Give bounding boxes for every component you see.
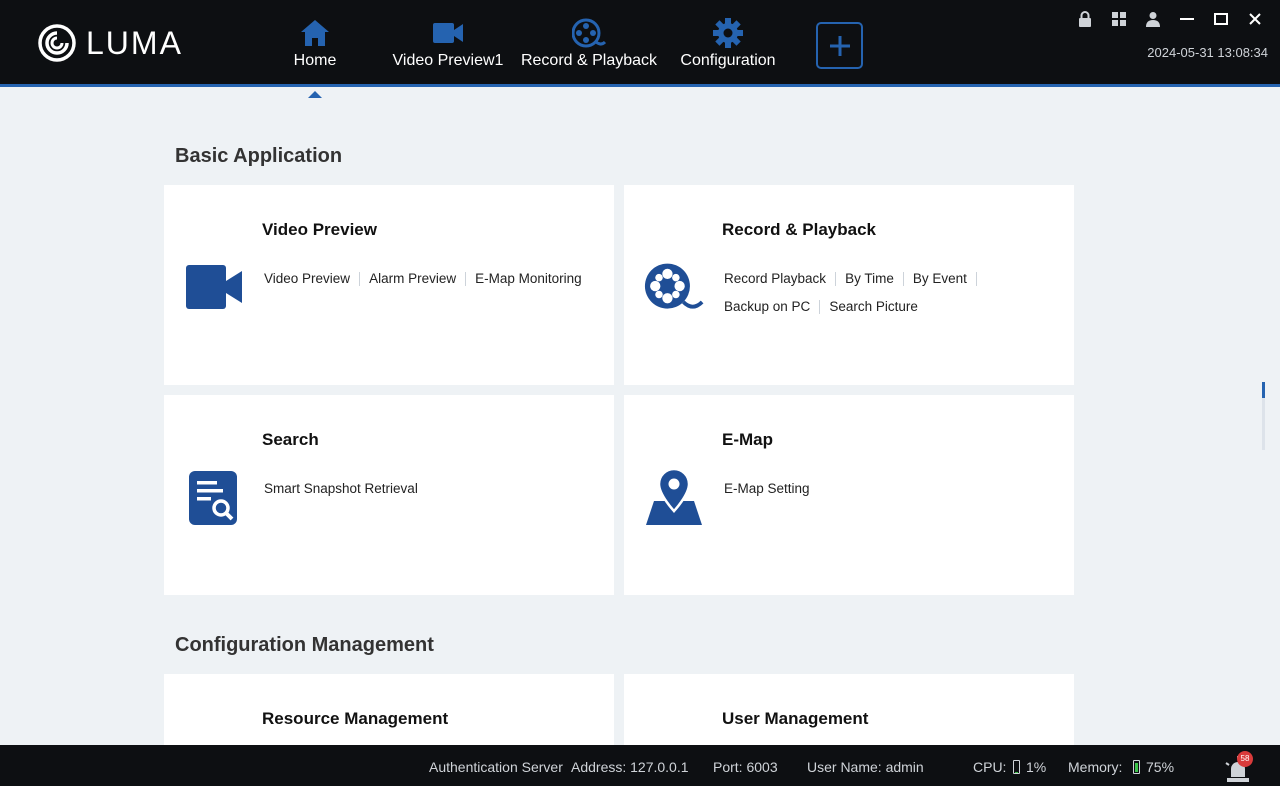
divider	[835, 272, 837, 287]
app-logo: LUMA	[38, 24, 183, 62]
tab-configuration-label: Configuration	[680, 52, 776, 69]
memory-battery-icon	[1133, 760, 1140, 774]
card-video-preview: Video Preview Video Preview Alarm Preview…	[164, 185, 614, 385]
card-links: Video Preview Alarm Preview E-Map Monitori…	[264, 265, 604, 293]
scrollbar-thumb[interactable]	[1262, 382, 1265, 398]
divider	[819, 300, 821, 315]
server-address: Address: 127.0.0.1	[571, 759, 689, 775]
lock-icon[interactable]	[1068, 8, 1102, 30]
top-bar-accent-line	[0, 84, 1280, 87]
auth-server-label: Authentication Server	[429, 759, 563, 775]
scrollbar[interactable]	[1262, 382, 1265, 450]
section-title-configuration-management: Configuration Management	[175, 634, 434, 656]
film-reel-icon	[572, 18, 606, 48]
card-user-management: User Management	[624, 674, 1074, 745]
card-links: Smart Snapshot Retrieval	[264, 475, 604, 503]
gear-icon	[712, 18, 744, 48]
card-links: Record Playback By Time By Event Backup on …	[724, 265, 1064, 321]
cpu-usage: 1%	[1013, 759, 1046, 775]
server-port: Port: 6003	[713, 759, 778, 775]
tab-record-playback-label: Record & Playback	[520, 52, 658, 69]
tab-configuration[interactable]: Configuration	[676, 18, 780, 82]
link-e-map-monitoring[interactable]: E-Map Monitoring	[475, 265, 582, 293]
card-title: Resource Management	[262, 709, 449, 728]
video-camera-icon	[184, 257, 244, 317]
minimize-icon[interactable]	[1170, 8, 1204, 30]
video-camera-icon	[432, 18, 464, 48]
logo-text: LUMA	[86, 24, 183, 61]
memory-usage: 75%	[1133, 759, 1174, 775]
link-search-picture[interactable]: Search Picture	[829, 293, 918, 321]
grid-icon[interactable]	[1102, 8, 1136, 30]
cpu-battery-icon	[1013, 760, 1020, 774]
link-record-playback[interactable]: Record Playback	[724, 265, 826, 293]
top-bar: LUMA Home Video Preview1 Record & Playba…	[0, 0, 1280, 98]
link-by-event[interactable]: By Event	[913, 265, 967, 293]
luma-logo-icon	[38, 24, 76, 62]
card-links: E-Map Setting	[724, 475, 1064, 503]
plus-icon	[829, 35, 850, 56]
home-icon	[299, 18, 331, 48]
tab-video-preview1-label: Video Preview1	[392, 52, 504, 69]
card-record-playback: Record & Playback Record Playback By Time…	[624, 185, 1074, 385]
divider	[465, 272, 467, 287]
memory-value: 75%	[1146, 759, 1175, 775]
card-resource-management: Resource Management	[164, 674, 614, 745]
alarm-button[interactable]: 58	[1224, 751, 1256, 783]
cpu-label: CPU:	[973, 759, 1007, 775]
link-e-map-setting[interactable]: E-Map Setting	[724, 475, 810, 503]
tab-home[interactable]: Home	[292, 18, 338, 98]
link-alarm-preview[interactable]: Alarm Preview	[369, 265, 456, 293]
link-backup-on-pc[interactable]: Backup on PC	[724, 293, 810, 321]
tab-video-preview1[interactable]: Video Preview1	[390, 18, 506, 82]
divider	[902, 272, 904, 287]
user-icon[interactable]	[1136, 8, 1170, 30]
card-title: Video Preview	[262, 220, 377, 239]
link-by-time[interactable]: By Time	[845, 265, 894, 293]
alarm-count-badge: 58	[1237, 751, 1253, 767]
close-icon[interactable]	[1238, 8, 1272, 30]
tab-home-label: Home	[293, 52, 337, 69]
card-e-map: E-Map E-Map Setting	[624, 395, 1074, 595]
section-title-basic-application: Basic Application	[175, 145, 343, 167]
active-tab-indicator	[308, 91, 322, 98]
card-title: Record & Playback	[722, 220, 877, 239]
memory-label: Memory:	[1068, 759, 1123, 775]
tab-record-playback[interactable]: Record & Playback	[518, 18, 660, 82]
search-document-icon	[184, 467, 244, 527]
card-title: Search	[262, 430, 319, 449]
link-smart-snapshot-retrieval[interactable]: Smart Snapshot Retrieval	[264, 475, 418, 503]
divider	[975, 272, 977, 287]
window-controls	[1068, 8, 1272, 30]
add-tab-button[interactable]	[816, 22, 863, 69]
maximize-icon[interactable]	[1204, 8, 1238, 30]
film-reel-icon	[644, 257, 704, 317]
map-pin-icon	[644, 467, 704, 527]
status-bar: Authentication Server Address: 127.0.0.1…	[0, 745, 1280, 786]
datetime: 2024-05-31 13:08:34	[1147, 45, 1268, 60]
card-title: User Management	[722, 709, 869, 728]
cpu-value: 1%	[1026, 759, 1047, 775]
divider	[359, 272, 361, 287]
link-video-preview[interactable]: Video Preview	[264, 265, 350, 293]
card-title: E-Map	[722, 430, 773, 449]
memory-level-fill	[1135, 763, 1138, 772]
user-name: User Name: admin	[807, 759, 924, 775]
card-search: Search Smart Snapshot Retrieval	[164, 395, 614, 595]
